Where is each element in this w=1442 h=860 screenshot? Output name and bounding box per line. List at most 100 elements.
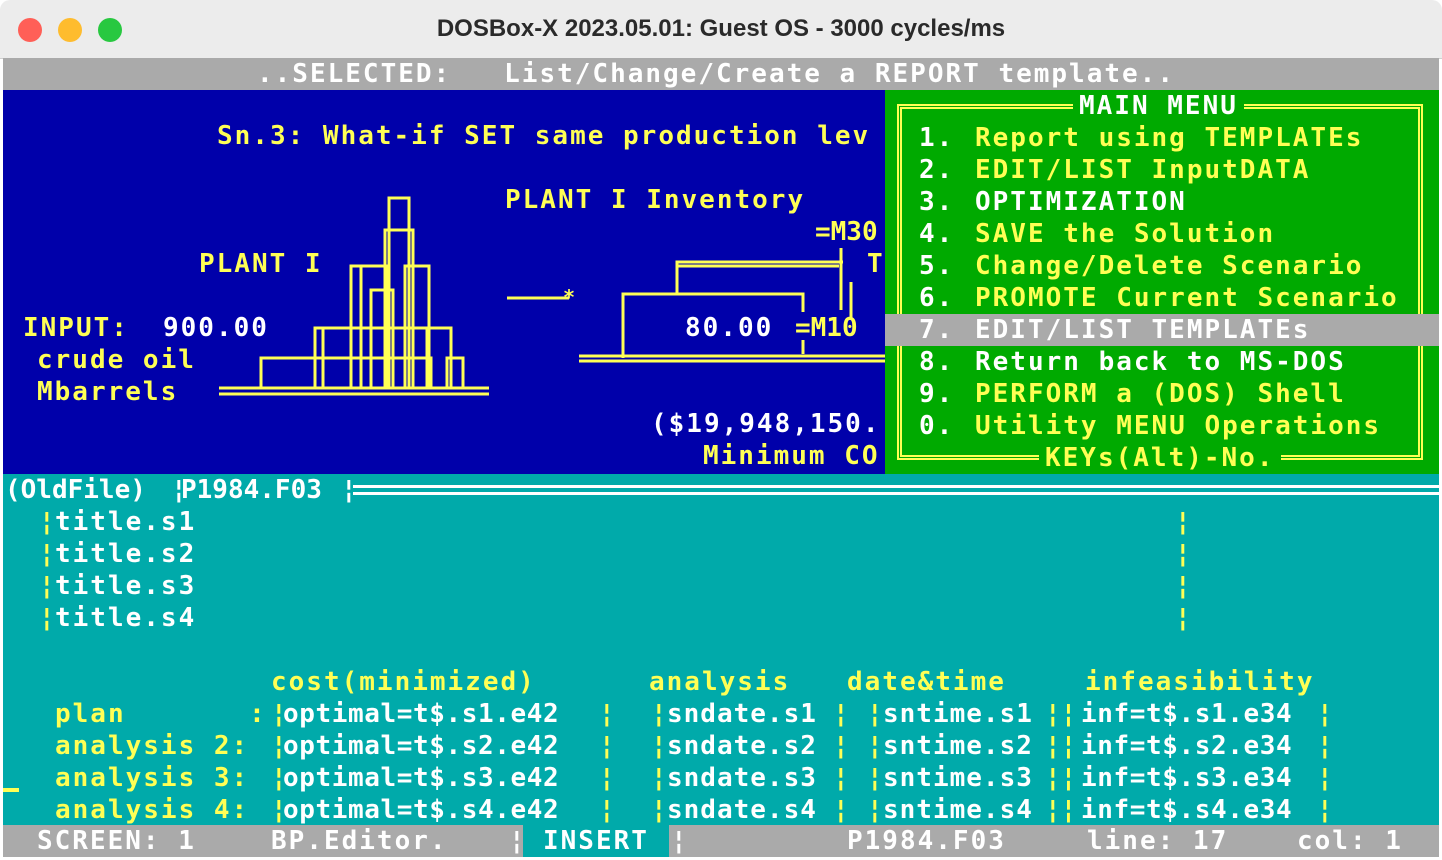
status-editor: BP.Editor. [271,826,448,856]
cell-sntime: sntime.s4 [883,795,1033,825]
cell-bar: ¦ [651,731,667,761]
status-mode: INSERT [543,826,649,856]
cell-sntime: sntime.s1 [883,699,1033,729]
cell-bar: ¦ [651,763,667,793]
cell-bar: ¦¦ [1045,795,1077,825]
menu-item-number: 4. [919,219,955,249]
cell-sndate: sndate.s4 [667,795,817,825]
cell-inf: inf=t$.s2.e34 [1081,731,1293,761]
menu-item-number: 9. [919,379,955,409]
title-line: title.s4 [55,603,197,633]
scenario-diagram-panel: * Sn.3: What-if SET same production lev … [3,90,885,474]
m30-label: =M30 [815,217,878,247]
file-tab-name: P1984.F03 [181,475,322,505]
menu-item-change-scenario[interactable]: Change/Delete Scenario [975,250,1363,282]
window-title-bar[interactable]: DOSBox-X 2023.05.01: Guest OS - 3000 cyc… [0,0,1442,59]
cell-bar: ¦ [867,795,883,825]
cell-bar: ¦ [833,699,849,729]
menu-item-number: 5. [919,251,955,281]
cell-bar: ¦ [651,795,667,825]
editor-bar: ¦ [1175,571,1193,601]
t-label: T [867,249,885,279]
cell-bar: ¦ [1317,699,1333,729]
menu-item-number: 0. [919,411,955,441]
cell-bar: ¦ [867,699,883,729]
header-infeasibility: infeasibility [1085,667,1315,697]
title-line: title.s3 [55,571,197,601]
input-value: 900.00 [163,313,269,343]
header-analysis: analysis [649,667,791,697]
file-status-prefix: (OldFile) [5,475,146,505]
cell-bar: ¦ [651,699,667,729]
template-editor[interactable]: ¦ title.s1 ¦ ¦ title.s2 ¦ ¦ title.s3 ¦ ¦… [3,506,1439,825]
cell-bar: ¦¦ [1045,763,1077,793]
header-cost: cost(minimized) [271,667,536,697]
scenario-title: Sn.3: What-if SET same production lev [217,121,871,151]
status-line: line: 17 [1087,826,1229,856]
menu-item-number: 2. [919,155,955,185]
cell-bar: ¦¦ [1045,699,1077,729]
menu-item-edit-inputdata[interactable]: EDIT/LIST InputDATA [975,154,1310,186]
editor-bar: ¦ [39,571,57,601]
editor-bar: ¦ [39,507,57,537]
cell-bar: ¦ [833,795,849,825]
cell-sndate: sndate.s2 [667,731,817,761]
menu-item-number: 1. [919,123,955,153]
crude-oil-label: crude oil [37,345,196,375]
plant-label: PLANT I [199,249,323,279]
cell-bar: ¦ [1317,763,1333,793]
menu-item-dos-shell[interactable]: PERFORM a (DOS) Shell [975,378,1346,410]
total-cost-value: ($19,948,150. [651,409,881,439]
row-label: plan : [55,699,267,729]
inventory-value: 80.00 [685,313,774,343]
cell-optimal: optimal=t$.s1.e42 [283,699,560,729]
menu-item-utility[interactable]: Utility MENU Operations [975,410,1381,442]
cell-bar: ¦ [599,763,615,793]
editor-bar: ¦ [39,539,57,569]
dos-screen[interactable]: ..SELECTED: List/Change/Create a REPORT … [3,58,1439,857]
m10-label: =M10 [795,313,858,343]
cell-sndate: sndate.s1 [667,699,817,729]
title-line: title.s1 [55,507,197,537]
cell-bar: ¦ [867,763,883,793]
editor-bar: ¦ [39,603,57,633]
cell-sntime: sntime.s3 [883,763,1033,793]
menu-item-optimization[interactable]: OPTIMIZATION [975,186,1187,218]
cell-bar: ¦ [1317,795,1333,825]
menu-item-number: 8. [919,347,955,377]
editor-bar: ¦ [1175,507,1193,537]
menu-item-save-solution[interactable]: SAVE the Solution [975,218,1275,250]
row-label: analysis 4: [55,795,250,825]
status-col: col: 1 [1297,826,1403,856]
menu-item-report-templates[interactable]: Report using TEMPLATEs [975,122,1363,154]
main-menu: MAIN MENU 1. Report using TEMPLATEs 2. E… [885,90,1439,474]
status-separator: ¦ [671,826,689,856]
menu-item-number: 7. [919,315,955,345]
cell-inf: inf=t$.s4.e34 [1081,795,1293,825]
minimum-cost-label: Minimum CO [703,441,880,471]
editor-bar: ¦ [1175,539,1193,569]
inventory-label: PLANT I Inventory [505,185,806,215]
cell-bar: ¦ [599,795,615,825]
main-menu-footer: KEYs(Alt)-No. [1039,442,1281,474]
row-label: analysis 2: [55,731,250,761]
cell-optimal: optimal=t$.s2.e42 [283,731,560,761]
cell-bar: ¦¦ [1045,731,1077,761]
cell-bar: ¦ [833,731,849,761]
menu-item-promote-scenario[interactable]: PROMOTE Current Scenario [975,282,1399,314]
flow-arrow-icon: * [563,285,575,309]
window-title: DOSBox-X 2023.05.01: Guest OS - 3000 cyc… [436,15,1006,42]
row-label: analysis 3: [55,763,250,793]
file-bar-separator: ¦ [341,475,359,505]
cell-bar: ¦ [867,731,883,761]
cell-inf: inf=t$.s3.e34 [1081,763,1293,793]
mbarrels-label: Mbarrels [37,377,179,407]
editor-bar: ¦ [1175,603,1193,633]
status-screen: SCREEN: 1 [37,826,196,856]
selected-bar-text: ..SELECTED: List/Change/Create a REPORT … [257,59,1175,89]
cell-bar: ¦ [1317,731,1333,761]
main-menu-title: MAIN MENU [1073,90,1244,122]
menu-item-edit-templates[interactable]: EDIT/LIST TEMPLATEs [975,314,1310,346]
menu-item-return-dos[interactable]: Return back to MS-DOS [975,346,1346,378]
menu-item-number: 6. [919,283,955,313]
